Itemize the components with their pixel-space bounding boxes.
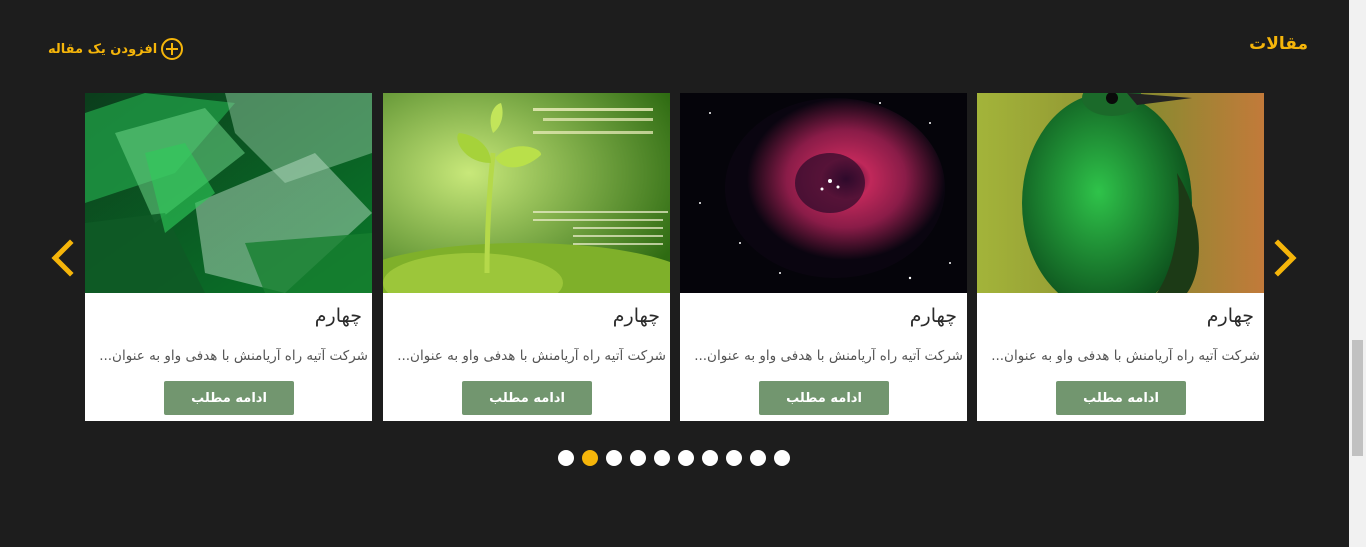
pagination-dot[interactable] — [750, 450, 766, 466]
carousel-prev-button[interactable] — [48, 238, 76, 278]
article-title[interactable]: چهارم — [910, 305, 957, 327]
read-more-button[interactable]: ادامه مطلب — [759, 381, 889, 415]
section-title: مقالات — [1249, 34, 1308, 54]
page-scrollbar[interactable] — [1349, 0, 1366, 547]
read-more-button[interactable]: ادامه مطلب — [164, 381, 294, 415]
pagination-dot[interactable] — [606, 450, 622, 466]
pagination-dot[interactable] — [678, 450, 694, 466]
pagination-dot[interactable] — [654, 450, 670, 466]
pagination-dot[interactable] — [702, 450, 718, 466]
article-excerpt: شرکت آتیه راه آریامنش با هدفی واو به عنو… — [991, 348, 1260, 364]
pagination-dot[interactable] — [726, 450, 742, 466]
article-card: چهارم شرکت آتیه راه آریامنش با هدفی واو … — [383, 93, 670, 421]
article-title[interactable]: چهارم — [613, 305, 660, 327]
article-image-emerald[interactable] — [85, 93, 372, 293]
scrollbar-thumb[interactable] — [1352, 340, 1363, 456]
add-article-label: افزودن یک مقاله — [48, 41, 158, 57]
pagination-dot[interactable] — [582, 450, 598, 466]
pagination-dot[interactable] — [558, 450, 574, 466]
article-image-sprout[interactable] — [383, 93, 670, 293]
read-more-button[interactable]: ادامه مطلب — [462, 381, 592, 415]
article-excerpt: شرکت آتیه راه آریامنش با هدفی واو به عنو… — [694, 348, 963, 364]
chevron-right-icon — [1274, 239, 1297, 277]
article-card: چهارم شرکت آتیه راه آریامنش با هدفی واو … — [680, 93, 967, 421]
article-excerpt: شرکت آتیه راه آریامنش با هدفی واو به عنو… — [99, 348, 368, 364]
pagination-dot[interactable] — [774, 450, 790, 466]
read-more-button[interactable]: ادامه مطلب — [1056, 381, 1186, 415]
article-title[interactable]: چهارم — [315, 305, 362, 327]
article-title[interactable]: چهارم — [1207, 305, 1254, 327]
article-card: چهارم شرکت آتیه راه آریامنش با هدفی واو … — [85, 93, 372, 421]
article-image-nebula[interactable] — [680, 93, 967, 293]
chevron-left-icon — [51, 239, 74, 277]
pagination-dot[interactable] — [630, 450, 646, 466]
carousel-next-button[interactable] — [1272, 238, 1300, 278]
article-excerpt: شرکت آتیه راه آریامنش با هدفی واو به عنو… — [397, 348, 666, 364]
carousel-pagination — [558, 450, 790, 466]
plus-circle-icon — [161, 38, 184, 60]
add-article-button[interactable]: افزودن یک مقاله — [48, 35, 184, 63]
article-image-hummingbird[interactable] — [977, 93, 1264, 293]
article-card: چهارم شرکت آتیه راه آریامنش با هدفی واو … — [977, 93, 1264, 421]
